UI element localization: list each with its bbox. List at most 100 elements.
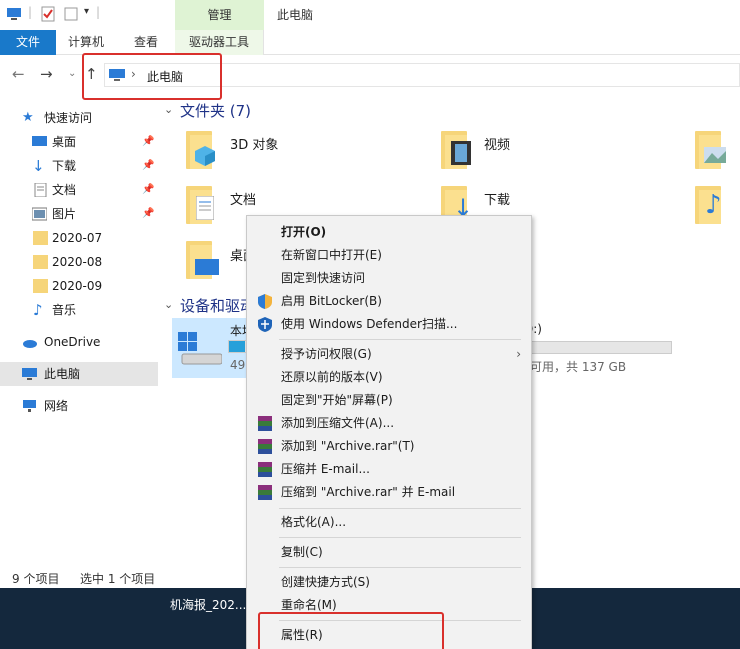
menu-item-pin-quick-access[interactable]: 固定到快速访问 [247, 267, 531, 290]
file-explorer-window: | ▾ | 管理 此电脑 文件 计算机 查看 驱动器工具 ← → ⌄ ↑ › 此… [0, 0, 740, 649]
folder-documents[interactable] [186, 186, 214, 224]
menu-item-add-to-archive-rar[interactable]: 添加到 "Archive.rar"(T) [247, 435, 531, 458]
sidebar-label: 2020-07 [52, 231, 103, 245]
folder-icon [33, 255, 48, 269]
toolbar-divider: | [28, 5, 33, 19]
folder-3d-objects[interactable] [186, 131, 215, 169]
menu-item-grant-access[interactable]: 授予访问权限(G) › [247, 343, 531, 366]
menu-item-open[interactable]: 打开(O) [247, 221, 531, 244]
folders-group-header[interactable]: 文件夹 (7) [180, 100, 251, 121]
3d-cube-icon [195, 146, 215, 166]
folder-name[interactable]: 下载 [484, 189, 510, 208]
menu-item-bitlocker[interactable]: 启用 BitLocker(B) [247, 290, 531, 313]
ribbon-tabs: 文件 计算机 查看 驱动器工具 [0, 30, 740, 55]
pin-icon: 📌 [142, 160, 155, 171]
sidebar-label: 网络 [44, 399, 69, 413]
document-icon [34, 183, 47, 197]
menu-label: 打开(O) [281, 225, 327, 239]
sidebar-label: 文档 [52, 183, 77, 197]
winrar-icon [258, 485, 272, 500]
menu-label: 固定到"开始"屏幕(P) [281, 393, 393, 407]
sidebar-item-this-pc[interactable]: 此电脑 [0, 362, 158, 386]
menu-label: 复制(C) [281, 545, 323, 559]
folder-name[interactable]: 3D 对象 [230, 134, 278, 153]
sidebar-item-documents[interactable]: 文档 📌 [0, 178, 158, 202]
quick-access-toolbar: | ▾ | 管理 此电脑 [0, 0, 740, 31]
properties-check-icon[interactable] [40, 6, 56, 22]
sidebar-label: 音乐 [52, 303, 77, 317]
menu-item-restore-versions[interactable]: 还原以前的版本(V) [247, 366, 531, 389]
document-icon [196, 196, 214, 220]
menu-label: 使用 Windows Defender扫描... [281, 317, 458, 331]
menu-item-add-to-archive[interactable]: 添加到压缩文件(A)... [247, 412, 531, 435]
menu-item-defender-scan[interactable]: 使用 Windows Defender扫描... [247, 313, 531, 336]
highlight-address-annotation [82, 53, 222, 100]
tab-drive-tools[interactable]: 驱动器工具 [175, 30, 264, 55]
recent-locations-icon[interactable]: ⌄ [68, 68, 76, 79]
network-icon [23, 400, 36, 412]
menu-item-create-shortcut[interactable]: 创建快捷方式(S) [247, 571, 531, 594]
collapse-group-icon[interactable]: ⌄ [164, 103, 173, 116]
devices-group-header[interactable]: 设备和驱动 [180, 295, 255, 316]
menu-item-compress-email[interactable]: 压缩并 E-mail... [247, 458, 531, 481]
back-icon[interactable]: ← [12, 65, 25, 83]
tab-file[interactable]: 文件 [0, 30, 56, 55]
folder-desktop[interactable] [186, 241, 219, 279]
star-icon: ★ [22, 110, 34, 125]
new-folder-icon[interactable] [63, 6, 79, 22]
menu-label: 格式化(A)... [281, 515, 347, 529]
folder-videos[interactable] [441, 131, 471, 169]
menu-item-open-new-window[interactable]: 在新窗口中打开(E) [247, 244, 531, 267]
taskbar-item[interactable]: 机海报_202... [170, 596, 246, 613]
sidebar-item-downloads[interactable]: ↓ 下载 📌 [0, 154, 158, 178]
sidebar-item-onedrive[interactable]: OneDrive [0, 330, 158, 354]
tab-view[interactable]: 查看 [134, 30, 158, 55]
forward-icon[interactable]: → [40, 65, 53, 83]
drive-c-tile[interactable]: 本地 49. [172, 318, 254, 378]
cloud-icon [23, 340, 37, 348]
menu-separator [279, 508, 521, 509]
toolbar-divider: | [96, 5, 101, 19]
tab-computer[interactable]: 计算机 [68, 30, 104, 55]
drive-usage-fill [229, 341, 245, 352]
sidebar-item-2020-09[interactable]: 2020-09 [0, 274, 158, 298]
sidebar-label: 快速访问 [44, 111, 93, 125]
navigation-pane: ★ 快速访问 桌面 📌 ↓ 下载 📌 文档 📌 图片 📌 2020-07 202… [0, 100, 158, 570]
sidebar-label: OneDrive [44, 335, 101, 349]
status-selected-count: 选中 1 个项目 [80, 572, 156, 586]
folder-pictures[interactable] [695, 131, 726, 169]
sidebar-item-pictures[interactable]: 图片 📌 [0, 202, 158, 226]
winrar-icon [258, 462, 272, 477]
desktop-icon [32, 136, 47, 146]
collapse-group-icon[interactable]: ⌄ [164, 298, 173, 311]
sidebar-item-2020-07[interactable]: 2020-07 [0, 226, 158, 250]
folder-name[interactable]: 文档 [230, 189, 256, 208]
tab-manage-contextual[interactable]: 管理 [175, 0, 264, 31]
sidebar-item-desktop[interactable]: 桌面 📌 [0, 130, 158, 154]
folder-icon [33, 231, 48, 245]
sidebar-label: 2020-09 [52, 279, 103, 293]
menu-item-format[interactable]: 格式化(A)... [247, 511, 531, 534]
menu-item-pin-start[interactable]: 固定到"开始"屏幕(P) [247, 389, 531, 412]
sidebar-label: 此电脑 [44, 367, 81, 381]
download-icon: ↓ [32, 157, 45, 175]
menu-label: 压缩并 E-mail... [281, 462, 370, 476]
sidebar-item-network[interactable]: 网络 [0, 394, 158, 418]
defender-icon [258, 317, 272, 332]
folder-name[interactable]: 视频 [484, 134, 510, 153]
computer-icon[interactable] [6, 6, 22, 22]
sidebar-quick-access[interactable]: ★ 快速访问 [0, 106, 158, 130]
sidebar-item-music[interactable]: ♪ 音乐 [0, 298, 158, 322]
menu-label: 添加到压缩文件(A)... [281, 416, 395, 430]
menu-label: 压缩到 "Archive.rar" 并 E-mail [281, 485, 456, 499]
customize-dropdown-icon[interactable]: ▾ [84, 6, 89, 17]
menu-item-compress-rar-email[interactable]: 压缩到 "Archive.rar" 并 E-mail [247, 481, 531, 504]
menu-item-copy[interactable]: 复制(C) [247, 541, 531, 564]
sidebar-item-2020-08[interactable]: 2020-08 [0, 250, 158, 274]
drive-d-free-text: 可用，共 137 GB [530, 360, 627, 374]
window-title: 此电脑 [277, 8, 314, 22]
highlight-properties-annotation [258, 612, 444, 649]
folder-music[interactable]: ♪ [695, 186, 722, 224]
menu-label: 在新窗口中打开(E) [281, 248, 382, 262]
context-menu: 打开(O) 在新窗口中打开(E) 固定到快速访问 启用 BitLocker(B)… [246, 215, 532, 649]
